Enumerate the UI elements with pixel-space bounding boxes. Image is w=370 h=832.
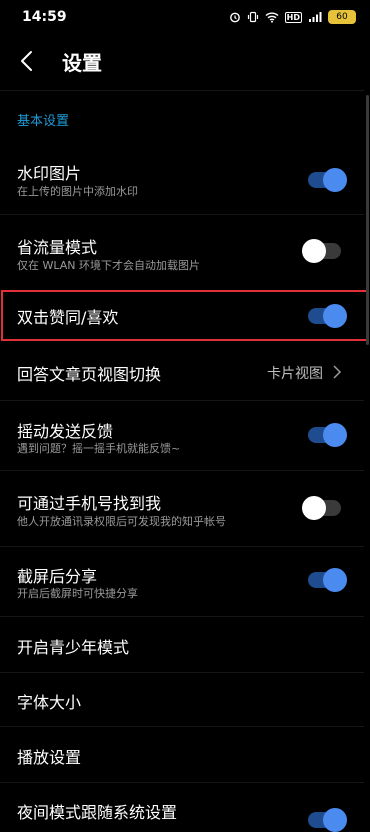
signal-icon: [309, 12, 322, 22]
status-bar: 14:59 HD 60: [0, 0, 370, 34]
toggle-knob: [323, 423, 347, 447]
setting-title: 省流量模式: [17, 238, 98, 257]
screenshot-share-toggle[interactable]: [308, 568, 347, 592]
setting-subtitle: 开启后截屏时可快捷分享: [17, 587, 138, 600]
setting-title: 摇动发送反馈: [17, 422, 114, 441]
hd-icon: HD: [284, 11, 302, 23]
setting-title: 夜间模式跟随系统设置: [17, 803, 178, 822]
page-title: 设置: [62, 51, 102, 75]
toggle-knob: [302, 239, 326, 263]
setting-subtitle: 遇到问题？摇一摇手机就能反馈~: [17, 442, 181, 455]
setting-data-saver[interactable]: 省流量模式 仅在 WLAN 环境下才会自动加载图片: [0, 224, 360, 282]
divider: [0, 782, 364, 783]
setting-watermark[interactable]: 水印图片 在上传的图片中添加水印: [0, 150, 360, 208]
divider: [0, 672, 364, 673]
battery-indicator: 60: [328, 10, 356, 24]
setting-title: 字体大小: [17, 693, 82, 712]
toggle-knob: [323, 304, 347, 328]
toggle-knob: [323, 168, 347, 192]
alarm-icon: [229, 12, 240, 23]
toggle-knob: [302, 496, 326, 520]
setting-screenshot-share[interactable]: 截屏后分享 开启后截屏时可快捷分享: [0, 554, 360, 612]
setting-answer-view[interactable]: 回答文章页视图切换 卡片视图: [0, 346, 360, 396]
night-follow-toggle[interactable]: [308, 808, 347, 832]
setting-title: 双击赞同/喜欢: [17, 308, 119, 327]
divider: [0, 616, 364, 617]
answer-view-value: 卡片视图: [267, 366, 323, 382]
setting-subtitle: 仅在 WLAN 环境下才会自动加载图片: [17, 259, 201, 272]
wifi-icon: [265, 12, 279, 23]
setting-title: 可通过手机号找到我: [17, 494, 162, 513]
setting-night-follow-system[interactable]: 夜间模式跟随系统设置: [0, 790, 360, 832]
nav-header: 设置: [0, 34, 370, 90]
chevron-right-icon: [333, 365, 342, 379]
setting-double-tap[interactable]: 双击赞同/喜欢: [0, 292, 360, 340]
setting-subtitle: 他人开放通讯录权限后可发现我的知乎帐号: [17, 515, 226, 528]
shake-feedback-toggle[interactable]: [308, 423, 347, 447]
find-by-phone-toggle[interactable]: [302, 496, 341, 520]
divider: [0, 546, 364, 547]
scrollbar[interactable]: [366, 95, 369, 345]
status-time: 14:59: [22, 9, 67, 25]
setting-playback[interactable]: 播放设置: [0, 732, 360, 778]
divider: [0, 726, 364, 727]
setting-font-size[interactable]: 字体大小: [0, 678, 360, 724]
setting-title: 截屏后分享: [17, 567, 98, 586]
watermark-toggle[interactable]: [308, 168, 347, 192]
divider: [0, 90, 364, 91]
setting-title: 水印图片: [17, 164, 82, 183]
setting-title: 播放设置: [17, 748, 82, 767]
setting-title: 回答文章页视图切换: [17, 365, 162, 384]
double-tap-toggle[interactable]: [308, 304, 347, 328]
setting-title: 开启青少年模式: [17, 638, 130, 657]
setting-find-by-phone[interactable]: 可通过手机号找到我 他人开放通讯录权限后可发现我的知乎帐号: [0, 480, 360, 538]
divider: [0, 470, 364, 471]
data-saver-toggle[interactable]: [302, 239, 341, 263]
divider: [0, 214, 364, 215]
setting-youth-mode[interactable]: 开启青少年模式: [0, 622, 360, 668]
section-title-basic: 基本设置: [17, 114, 70, 129]
status-icons: HD 60: [229, 10, 356, 24]
toggle-knob: [323, 808, 347, 832]
setting-subtitle: 在上传的图片中添加水印: [17, 185, 138, 198]
back-arrow-icon[interactable]: [19, 50, 35, 72]
divider: [0, 400, 364, 401]
vibrate-icon: [247, 11, 258, 23]
setting-shake-feedback[interactable]: 摇动发送反馈 遇到问题？摇一摇手机就能反馈~: [0, 408, 360, 466]
toggle-knob: [323, 568, 347, 592]
